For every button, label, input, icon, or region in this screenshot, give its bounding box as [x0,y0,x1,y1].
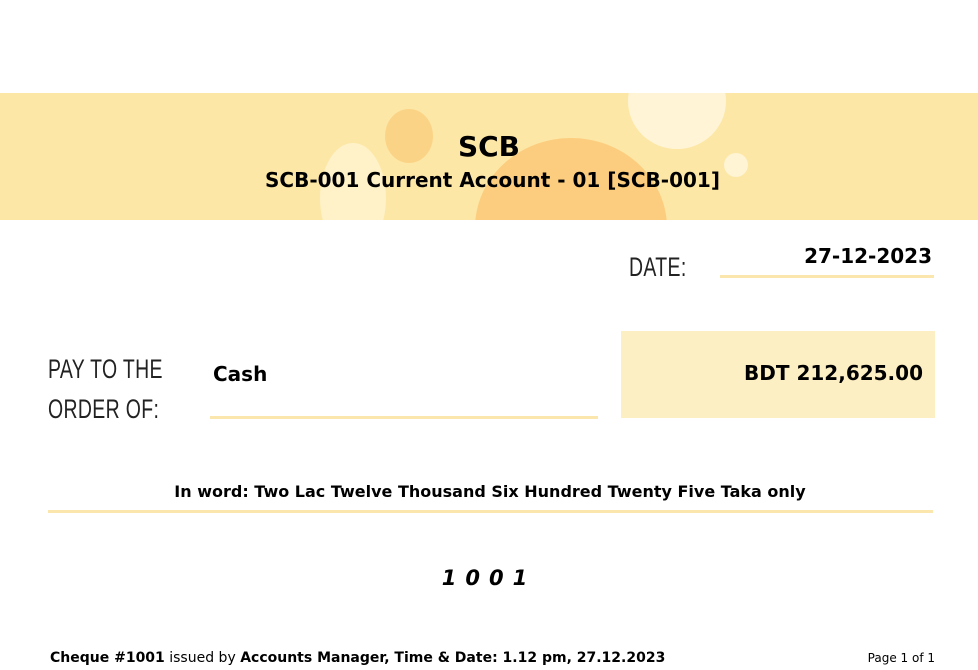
account-title: SCB-001 Current Account - 01 [SCB-001] [265,168,720,192]
date-label: DATE: [629,252,687,282]
page-info: Page 1 of 1 [867,651,935,665]
amount-value: BDT 212,625.00 [744,361,923,385]
date-underline [720,275,934,278]
issuer-details: Accounts Manager, Time & Date: 1.12 pm, … [240,650,666,666]
amount-in-words: In word: Two Lac Twelve Thousand Six Hun… [174,482,806,501]
payee-label-line1: PAY TO THE [48,354,163,384]
payee-label-line2: ORDER OF: [48,394,160,424]
amount-box: BDT 212,625.00 [621,331,935,418]
words-underline [48,510,933,513]
date-value: 27-12-2023 [804,244,932,268]
issued-by-text: issued by [169,650,236,666]
payee-value: Cash [213,362,268,386]
cheque-reference: Cheque #1001 [50,650,165,666]
payee-underline [210,416,598,419]
cheque-number: 1001 [441,566,537,590]
bank-name: SCB [457,130,521,163]
footer-issued-info: Cheque #1001 issued by Accounts Manager,… [50,650,665,666]
